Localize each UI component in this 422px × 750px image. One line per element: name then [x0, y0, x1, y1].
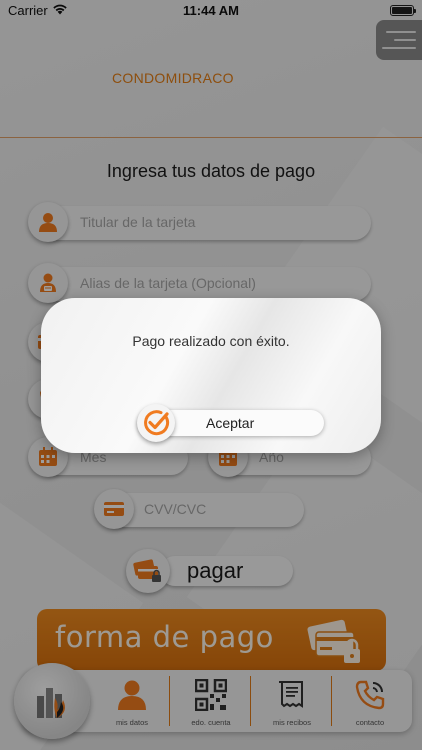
alert-message: Pago realizado con éxito. — [132, 333, 290, 349]
accept-button-label: Aceptar — [206, 415, 255, 431]
success-alert-dialog: Pago realizado con éxito. Aceptar — [41, 298, 381, 453]
payment-screen: Carrier 11:44 AM CONDOMIDRACO Ingresa tu… — [0, 0, 422, 750]
check-icon[interactable] — [137, 404, 175, 442]
